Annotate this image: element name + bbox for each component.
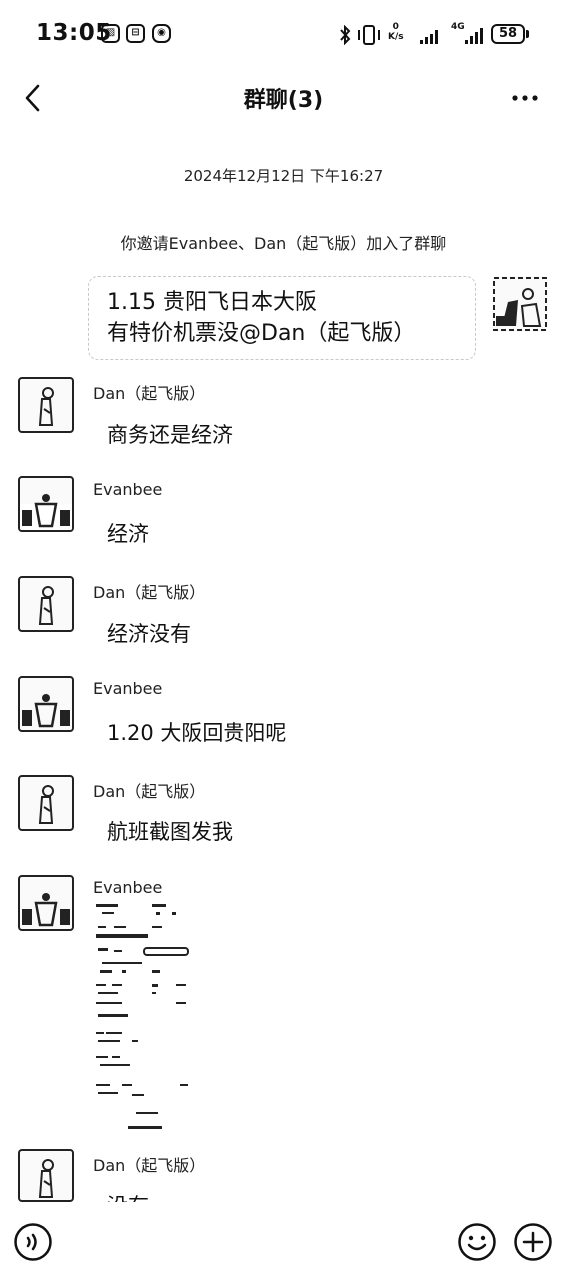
self-message-bubble[interactable]: 1.15 贵阳飞日本大阪 有特价机票没@Dan（起飞版）	[88, 276, 476, 360]
cell-signal-icon	[465, 28, 485, 44]
more-dots-icon[interactable]	[505, 80, 545, 116]
vibrate-icon	[358, 25, 380, 45]
sender-name: Evanbee	[93, 480, 163, 499]
chat-title: 群聊(3)	[243, 88, 324, 113]
status-bar: 13:05 ▨ ⊟ ◉ 0 K/s 4G 58	[0, 0, 567, 68]
self-message-text: 1.15 贵阳飞日本大阪 有特价机票没@Dan（起飞版）	[107, 287, 415, 349]
sender-name: Dan（起飞版）	[93, 583, 206, 602]
avatar-dan[interactable]	[18, 775, 74, 831]
speed-unit: K/s	[388, 32, 404, 42]
self-message-line2: 有特价机票没@Dan（起飞版）	[107, 321, 416, 346]
camera-icon: ◉	[152, 24, 171, 43]
input-toolbar	[0, 1202, 567, 1280]
message-timestamp: 2024年12月12日 下午16:27	[183, 167, 384, 185]
sender-name: Dan（起飞版）	[93, 1156, 206, 1175]
plus-icon[interactable]	[513, 1222, 553, 1262]
avatar-dan[interactable]	[18, 576, 74, 632]
avatar-evanbee[interactable]	[18, 476, 74, 532]
speed-value: 0	[392, 22, 399, 32]
avatar-dan[interactable]	[18, 377, 74, 433]
avatar-dan[interactable]	[18, 1149, 74, 1202]
message-text[interactable]: 商务还是经济	[107, 419, 233, 449]
message-clip: 没有	[100, 1186, 220, 1202]
self-avatar[interactable]	[492, 276, 548, 332]
message-text[interactable]: 1.20 大阪回贵阳呢	[107, 717, 286, 747]
self-message-line1: 1.15 贵阳飞日本大阪	[107, 290, 317, 315]
sender-name: Dan（起飞版）	[93, 384, 206, 403]
network-type: 4G	[451, 22, 465, 32]
bluetooth-icon	[340, 25, 351, 45]
sender-name: Dan（起飞版）	[93, 782, 206, 801]
battery-indicator: 58	[491, 24, 529, 44]
avatar-evanbee[interactable]	[18, 676, 74, 732]
avatar-evanbee[interactable]	[18, 875, 74, 931]
flight-screenshot-image[interactable]	[92, 900, 198, 1132]
message-text[interactable]: 没有	[107, 1190, 149, 1202]
sender-name: Evanbee	[93, 679, 163, 698]
gallery-icon: ▨	[101, 24, 120, 43]
bus-icon: ⊟	[126, 24, 145, 43]
voice-icon[interactable]	[13, 1222, 53, 1262]
emoji-icon[interactable]	[457, 1222, 497, 1262]
chat-header: 群聊(3)	[0, 68, 567, 128]
message-text[interactable]: 航班截图发我	[107, 816, 233, 846]
system-message: 你邀请Evanbee、Dan（起飞版）加入了群聊	[120, 234, 447, 253]
sender-name: Evanbee	[93, 878, 163, 897]
network-speed: 0 K/s	[388, 22, 404, 42]
wifi-signal-icon	[420, 28, 440, 44]
message-text[interactable]: 经济没有	[107, 618, 191, 648]
message-text[interactable]: 经济	[107, 518, 149, 548]
